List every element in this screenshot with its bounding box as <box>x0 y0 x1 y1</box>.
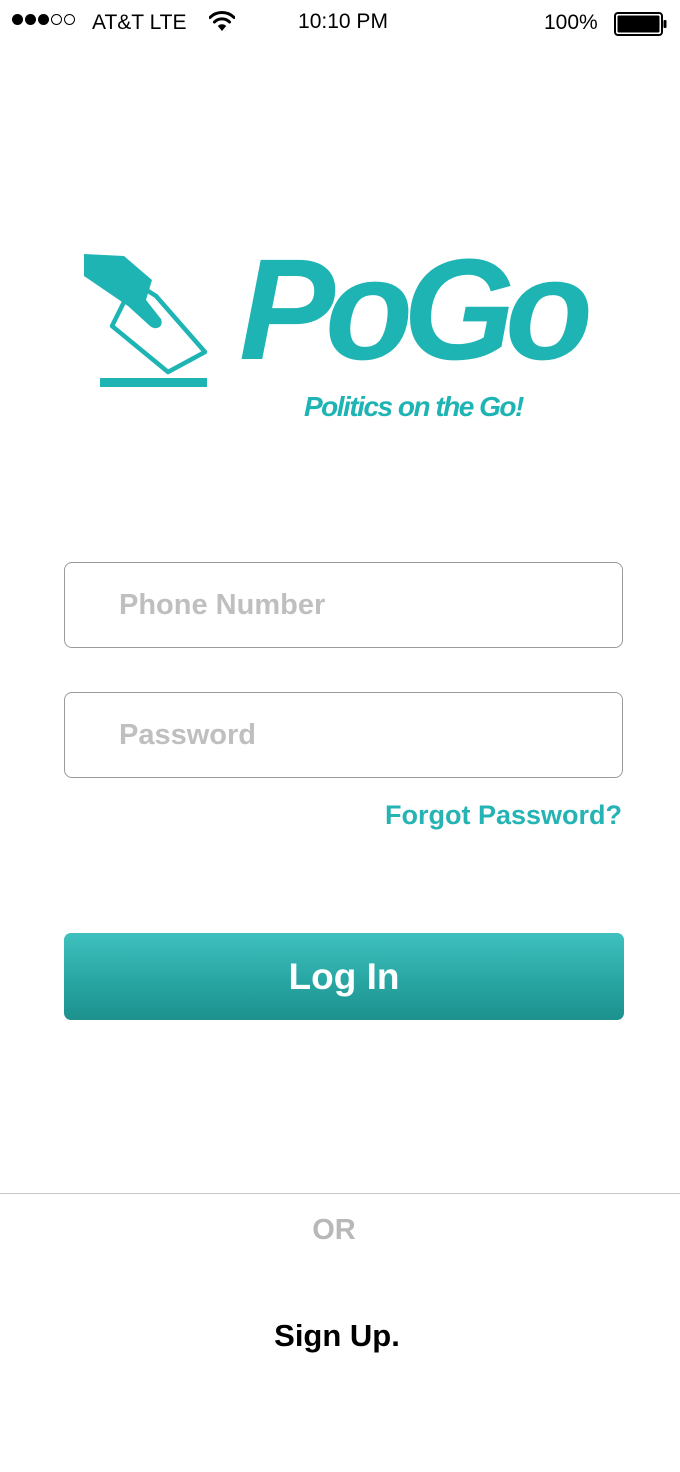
battery-percentage: 100% <box>544 11 598 34</box>
logo-name: PoGo <box>239 229 589 390</box>
login-button[interactable]: Log In <box>64 933 624 1020</box>
forgot-password-link[interactable]: Forgot Password? <box>385 800 622 831</box>
logo-tagline: Politics on the Go! <box>304 391 524 422</box>
login-screen: AT&T LTE 10:10 PM 100% PoGo Politics on … <box>0 0 680 1472</box>
battery-icon <box>614 12 667 36</box>
divider <box>0 1193 680 1194</box>
or-label: OR <box>312 1214 356 1246</box>
pogo-logo: PoGo Politics on the Go! <box>84 229 599 422</box>
phone-number-input[interactable] <box>64 562 623 648</box>
sign-up-link[interactable]: Sign Up. <box>0 1318 674 1354</box>
status-bar: AT&T LTE 10:10 PM 100% <box>0 0 680 44</box>
password-input[interactable] <box>64 692 623 778</box>
ballot-box-icon <box>84 254 208 387</box>
